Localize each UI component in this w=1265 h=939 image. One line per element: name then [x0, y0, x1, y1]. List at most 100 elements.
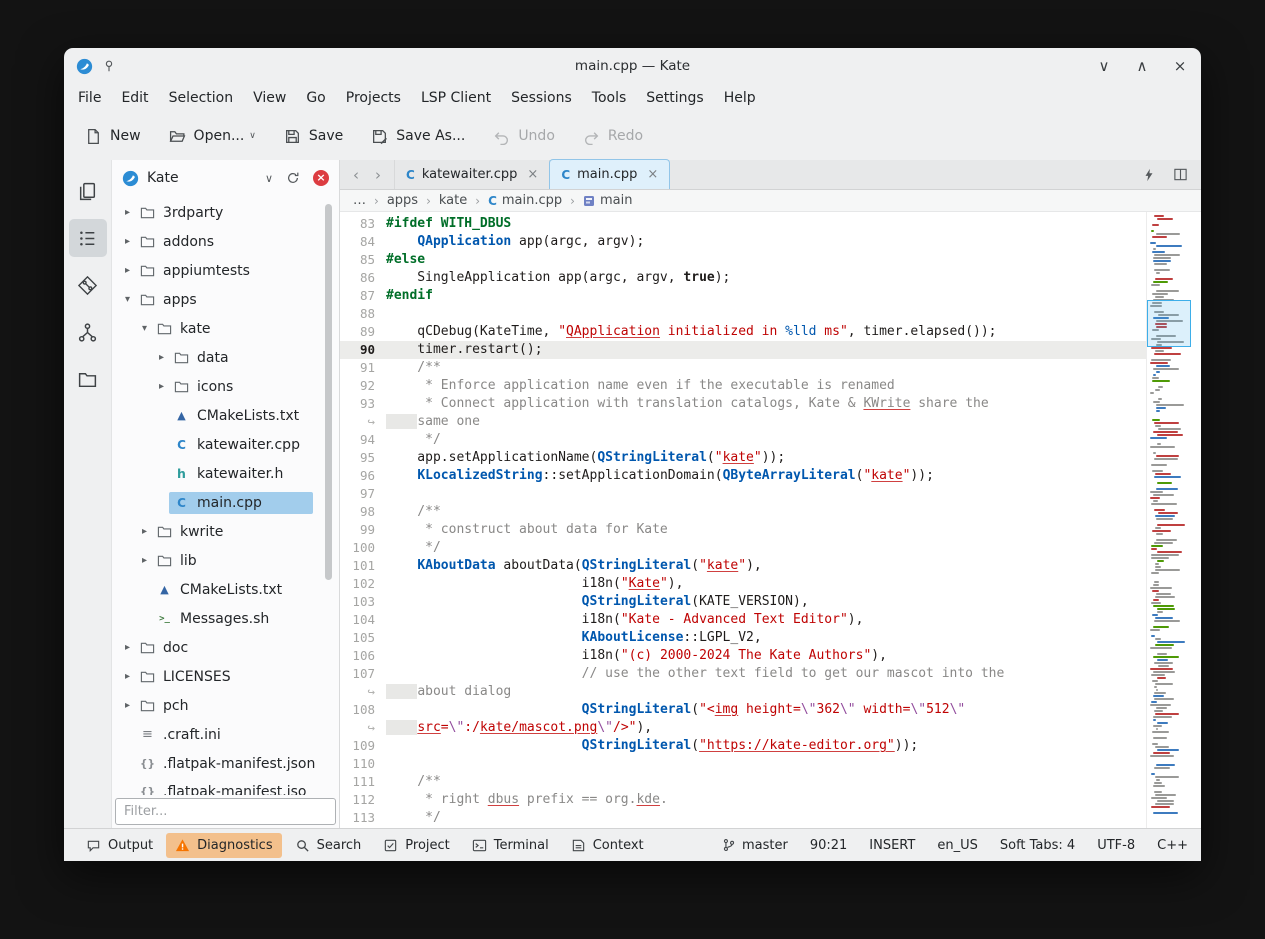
- tree-item-apps[interactable]: ▾apps: [112, 285, 339, 314]
- code-line[interactable]: 96 KLocalizedString::setApplicationDomai…: [340, 467, 1146, 485]
- minimap-viewport[interactable]: [1147, 300, 1191, 347]
- tree-item-flatpak-manifest-jso[interactable]: {}.flatpak-manifest.jso: [112, 778, 339, 795]
- tab-katewaiter-cpp[interactable]: Ckatewaiter.cpp×: [394, 160, 550, 189]
- menu-edit[interactable]: Edit: [111, 87, 158, 109]
- tab-main-cpp[interactable]: Cmain.cpp×: [549, 159, 670, 189]
- code-line[interactable]: 92 * Enforce application name even if th…: [340, 377, 1146, 395]
- project-switch-chevron-icon[interactable]: ∨: [265, 172, 273, 185]
- status-utf-8[interactable]: UTF-8: [1097, 838, 1135, 853]
- code-line[interactable]: 113 */: [340, 809, 1146, 827]
- menu-settings[interactable]: Settings: [636, 87, 713, 109]
- menu-file[interactable]: File: [68, 87, 111, 109]
- dock-symbols[interactable]: [69, 313, 107, 351]
- tree-item-addons[interactable]: ▸addons: [112, 227, 339, 256]
- code-line[interactable]: 112 * right dbus prefix == org.kde.: [340, 791, 1146, 809]
- code-line[interactable]: 87#endif: [340, 287, 1146, 305]
- code-line[interactable]: 107 // use the other text field to get o…: [340, 665, 1146, 683]
- save-button[interactable]: Save: [275, 122, 352, 151]
- code-line[interactable]: 105 KAboutLicense::LGPL_V2,: [340, 629, 1146, 647]
- pin-icon[interactable]: [102, 59, 116, 73]
- forward-icon[interactable]: ›: [375, 166, 381, 184]
- tree-item-katewaiter-cpp[interactable]: Ckatewaiter.cpp: [112, 430, 339, 459]
- crumb-kate[interactable]: kate: [439, 193, 467, 208]
- tree-item-cmakelists-txt[interactable]: ▲CMakeLists.txt: [112, 401, 339, 430]
- menu-tools[interactable]: Tools: [582, 87, 637, 109]
- chevron-right-icon[interactable]: ▸: [120, 265, 135, 276]
- close-tab-icon[interactable]: ×: [647, 167, 658, 182]
- chevron-right-icon[interactable]: ▸: [154, 352, 169, 363]
- tree-item-icons[interactable]: ▸icons: [112, 372, 339, 401]
- code-line[interactable]: 95 app.setApplicationName(QStringLiteral…: [340, 449, 1146, 467]
- dock-documents[interactable]: [69, 172, 107, 210]
- tree-item-data[interactable]: ▸data: [112, 343, 339, 372]
- menu-view[interactable]: View: [243, 87, 296, 109]
- titlebar[interactable]: main.cpp — Kate ∨ ∧ ×: [64, 48, 1201, 84]
- code-line[interactable]: 104 i18n("Kate - Advanced Text Editor"),: [340, 611, 1146, 629]
- chevron-right-icon[interactable]: ▸: [137, 555, 152, 566]
- code-line[interactable]: 89 qCDebug(KateTime, "QApplication initi…: [340, 323, 1146, 341]
- code-line[interactable]: 100 */: [340, 539, 1146, 557]
- tree-item-appiumtests[interactable]: ▸appiumtests: [112, 256, 339, 285]
- menu-go[interactable]: Go: [296, 87, 335, 109]
- statusbar-context[interactable]: Context: [562, 833, 653, 858]
- code-line[interactable]: 108 QStringLiteral("<img height=\"362\" …: [340, 701, 1146, 719]
- tree-item-messages-sh[interactable]: >_Messages.sh: [112, 604, 339, 633]
- code-line[interactable]: 85#else: [340, 251, 1146, 269]
- chevron-right-icon[interactable]: ▸: [120, 207, 135, 218]
- code-line[interactable]: 97: [340, 485, 1146, 503]
- menu-lsp-client[interactable]: LSP Client: [411, 87, 501, 109]
- tree-item-kate[interactable]: ▾kate: [112, 314, 339, 343]
- crumb-main[interactable]: main: [583, 193, 632, 208]
- code-line[interactable]: 84 QApplication app(argc, argv);: [340, 233, 1146, 251]
- minimize-button[interactable]: ∨: [1095, 57, 1113, 75]
- tree-item-3rdparty[interactable]: ▸3rdparty: [112, 198, 339, 227]
- code-line[interactable]: ↪ about dialog: [340, 683, 1146, 701]
- close-project-icon[interactable]: ×: [313, 170, 329, 186]
- reload-project-icon[interactable]: [286, 171, 300, 185]
- save-as-button[interactable]: Save As...: [362, 122, 474, 151]
- status-90-21[interactable]: 90:21: [810, 838, 847, 853]
- back-icon[interactable]: ‹: [353, 166, 359, 184]
- filter-input[interactable]: [115, 798, 336, 825]
- code-line[interactable]: 98 /**: [340, 503, 1146, 521]
- code-line[interactable]: 99 * construct about data for Kate: [340, 521, 1146, 539]
- code-line[interactable]: 109 QStringLiteral("https://kate-editor.…: [340, 737, 1146, 755]
- code-line[interactable]: 102 i18n("Kate"),: [340, 575, 1146, 593]
- quick-open-icon[interactable]: [1142, 168, 1156, 182]
- code-line[interactable]: 88: [340, 305, 1146, 323]
- tree-item-lib[interactable]: ▸lib: [112, 546, 339, 575]
- code-line[interactable]: 91 /**: [340, 359, 1146, 377]
- status-en-us[interactable]: en_US: [937, 838, 978, 853]
- tree-item-main-cpp[interactable]: Cmain.cpp: [112, 488, 339, 517]
- code-line[interactable]: 101 KAboutData aboutData(QStringLiteral(…: [340, 557, 1146, 575]
- chevron-right-icon[interactable]: ▸: [120, 236, 135, 247]
- code-line[interactable]: 110: [340, 755, 1146, 773]
- crumb-apps[interactable]: apps: [387, 193, 418, 208]
- status-insert[interactable]: INSERT: [869, 838, 915, 853]
- code-line[interactable]: ↪ src=\":/kate/mascot.png\"/>"),: [340, 719, 1146, 737]
- code-line[interactable]: 86 SingleApplication app(argc, argv, tru…: [340, 269, 1146, 287]
- tree-item-pch[interactable]: ▸pch: [112, 691, 339, 720]
- statusbar-search[interactable]: Search: [286, 833, 371, 858]
- status-soft-tabs-4[interactable]: Soft Tabs: 4: [1000, 838, 1075, 853]
- open-button[interactable]: Open...∨: [160, 122, 265, 151]
- dock-filesystem[interactable]: [69, 360, 107, 398]
- statusbar-project[interactable]: Project: [374, 833, 458, 858]
- maximize-button[interactable]: ∧: [1133, 57, 1151, 75]
- code-area[interactable]: 83#ifdef WITH_DBUS84 QApplication app(ar…: [340, 212, 1146, 828]
- status-master[interactable]: master: [722, 838, 788, 853]
- menu-selection[interactable]: Selection: [159, 87, 244, 109]
- tree-item-cmakelists-txt[interactable]: ▲CMakeLists.txt: [112, 575, 339, 604]
- dock-project[interactable]: [69, 219, 107, 257]
- chevron-right-icon[interactable]: ▸: [120, 642, 135, 653]
- tree-item-doc[interactable]: ▸doc: [112, 633, 339, 662]
- code-line[interactable]: 94 */: [340, 431, 1146, 449]
- chevron-right-icon[interactable]: ▸: [120, 700, 135, 711]
- dock-git[interactable]: [69, 266, 107, 304]
- menu-sessions[interactable]: Sessions: [501, 87, 582, 109]
- chevron-down-icon[interactable]: ▾: [120, 294, 135, 305]
- statusbar-terminal[interactable]: Terminal: [463, 833, 558, 858]
- crumb-main-cpp[interactable]: Cmain.cpp: [488, 193, 562, 208]
- chevron-right-icon[interactable]: ▸: [137, 526, 152, 537]
- statusbar-diagnostics[interactable]: Diagnostics: [166, 833, 281, 858]
